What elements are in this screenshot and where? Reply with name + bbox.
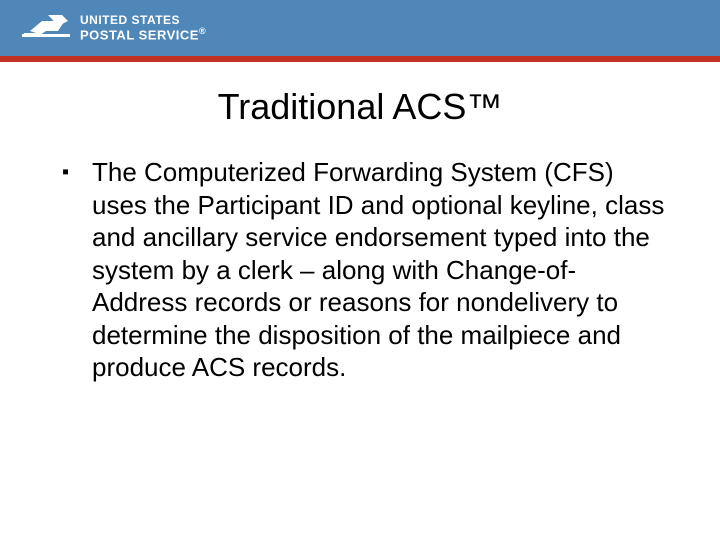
usps-logo: UNITED STATES POSTAL SERVICE® — [0, 13, 206, 43]
slide-content: Traditional ACS™ ▪ The Computerized Forw… — [0, 62, 720, 384]
registered-mark: ® — [199, 26, 206, 36]
bullet-square-icon: ▪ — [62, 156, 78, 188]
bullet-item: ▪ The Computerized Forwarding System (CF… — [50, 156, 670, 384]
usps-logo-text: UNITED STATES POSTAL SERVICE® — [80, 14, 206, 42]
logo-line1: UNITED STATES — [80, 14, 206, 27]
eagle-icon — [22, 13, 70, 43]
slide-title: Traditional ACS™ — [50, 86, 670, 128]
logo-line2: POSTAL SERVICE — [80, 27, 199, 42]
slide-header: UNITED STATES POSTAL SERVICE® — [0, 0, 720, 56]
bullet-text: The Computerized Forwarding System (CFS)… — [92, 156, 670, 384]
